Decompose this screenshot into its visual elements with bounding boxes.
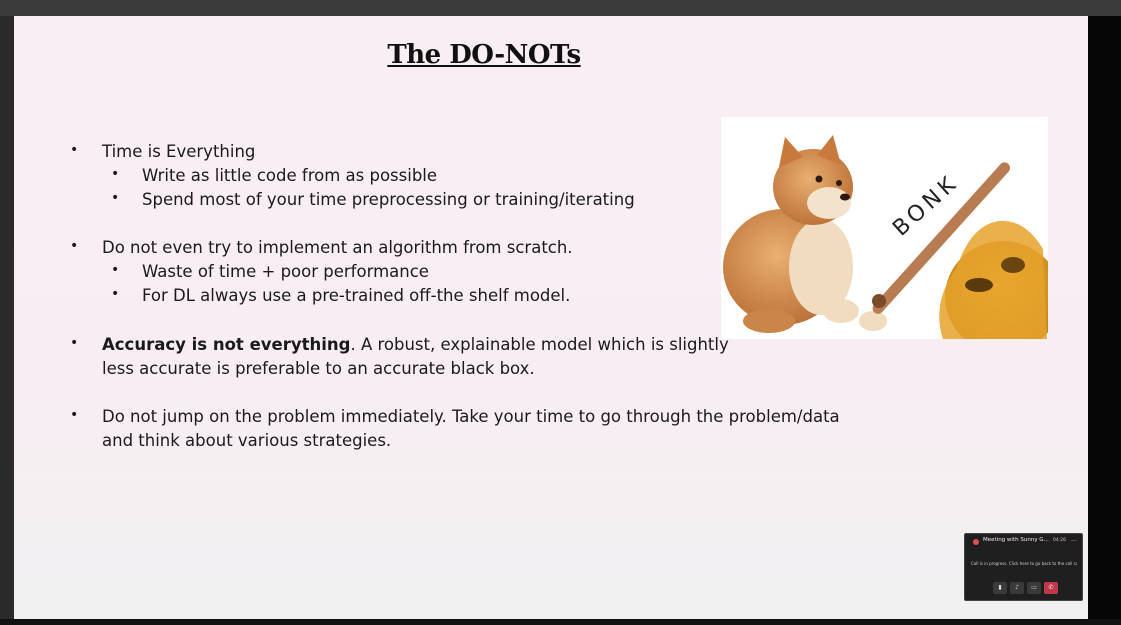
- meeting-mini-window[interactable]: Meeting with Sunny G... 04:26 ... Call i…: [964, 533, 1083, 601]
- end-call-icon[interactable]: ✆: [1044, 582, 1058, 594]
- camera-icon[interactable]: ▮: [993, 582, 1007, 594]
- meeting-timer: 04:26: [1053, 538, 1066, 543]
- sub-bullet-text: For DL always use a pre-trained off-the …: [142, 286, 571, 305]
- sub-bullet-text: Write as little code from as possible: [142, 166, 438, 185]
- recording-indicator-icon: [973, 539, 979, 545]
- sub-bullet-text: Spend most of your time preprocessing or…: [142, 190, 635, 209]
- bullet-text: Do not even try to implement an algorith…: [102, 238, 573, 257]
- call-progress-message[interactable]: Call is in progress. Click here to go ba…: [971, 561, 1077, 566]
- bonk-meme-image: BONK: [721, 117, 1048, 339]
- bullet-text: Do not jump on the problem immediately. …: [102, 407, 840, 426]
- sub-bullet-text: Waste of time + poor performance: [142, 262, 429, 281]
- bullet-text: less accurate is preferable to an accura…: [102, 359, 535, 378]
- more-options-button[interactable]: ...: [1071, 536, 1077, 543]
- bold-phrase: Accuracy is not everything: [102, 335, 351, 354]
- meeting-title: Meeting with Sunny G...: [983, 537, 1049, 543]
- bottom-bar: [0, 619, 1121, 625]
- top-bar: [0, 0, 1121, 16]
- bullet-text: Accuracy is not everything. A robust, ex…: [102, 333, 729, 357]
- right-bar: [1088, 16, 1121, 625]
- mic-icon[interactable]: ♪: [1010, 582, 1024, 594]
- bullet-text-rest: . A robust, explainable model which is s…: [350, 335, 729, 354]
- bullet-text: Time is Everything: [102, 142, 256, 161]
- bullet-text: and think about various strategies.: [102, 431, 392, 450]
- screen-share-icon[interactable]: ▭: [1027, 582, 1041, 594]
- presentation-slide: The DO-NOTs • Time is Everything • Write…: [14, 16, 1088, 619]
- slide-title: The DO-NOTs: [387, 40, 581, 70]
